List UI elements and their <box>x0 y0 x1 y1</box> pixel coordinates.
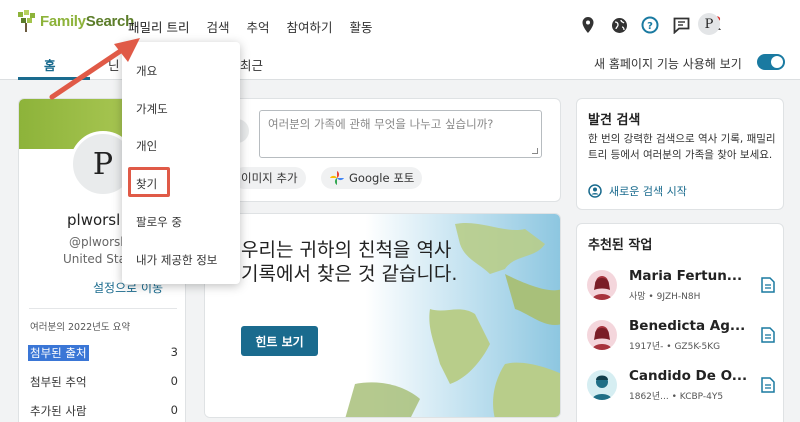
document-icon[interactable] <box>761 377 775 393</box>
task-person-meta: 1917년- • GZ5K-5KG <box>629 342 721 352</box>
search-person-icon <box>588 184 602 198</box>
user-avatar-button[interactable]: P <box>698 13 720 35</box>
nav-get-involved[interactable]: 참여하기 <box>287 17 333 36</box>
tab-partial[interactable]: 닌 <box>108 55 120 74</box>
hint-message: 우리는 귀하의 친척을 역사 기록에서 찾은 것 같습니다. <box>241 239 458 285</box>
post-placeholder: 여러분의 가족에 관해 무엇을 나누고 싶습니까? <box>268 117 494 131</box>
female-avatar-icon <box>587 320 617 350</box>
summary-label: 추가된 사람 <box>30 404 87 418</box>
profile-name: plworsl <box>67 211 121 229</box>
female-avatar-icon <box>587 270 617 300</box>
summary-value: 3 <box>170 345 178 359</box>
new-search-link[interactable]: 새로운 검색 시작 <box>588 183 687 199</box>
task-person-meta: 1862년... • KCBP-4Y5 <box>629 392 724 402</box>
summary-value: 0 <box>170 403 178 417</box>
tasks-title: 추천된 작업 <box>588 238 653 253</box>
globe-icon[interactable] <box>609 15 629 35</box>
svg-text:?: ? <box>647 21 653 32</box>
nav-memories[interactable]: 추억 <box>247 17 270 36</box>
post-textarea[interactable]: 여러분의 가족에 관해 무엇을 나누고 싶습니까? <box>259 110 542 158</box>
summary-row[interactable]: 첨부된 추억 0 <box>30 374 178 390</box>
nav-search[interactable]: 검색 <box>206 17 229 36</box>
task-item[interactable]: Maria Fertun... 사망 • 9JZH-N8H <box>587 268 777 308</box>
task-person-meta: 사망 • 9JZH-N8H <box>629 292 701 302</box>
menu-item-following[interactable]: 팔로우 중 <box>136 214 182 230</box>
google-photos-icon <box>330 171 344 185</box>
active-tab-indicator <box>18 77 90 80</box>
google-photos-button[interactable]: Google 포토 <box>321 167 423 189</box>
resize-handle[interactable] <box>532 148 538 154</box>
summary-label: 첨부된 출처 <box>28 345 89 361</box>
view-hints-button[interactable]: 힌트 보기 <box>241 326 318 356</box>
task-item[interactable]: Candido De O... 1862년... • KCBP-4Y5 <box>587 368 777 408</box>
add-image-label: 이미지 추가 <box>241 171 298 185</box>
post-card: 여러분의 가족에 관해 무엇을 나누고 싶습니까? 이미지 추가 Google … <box>204 98 561 202</box>
hint-card: 우리는 귀하의 친척을 역사 기록에서 찾은 것 같습니다. 힌트 보기 <box>204 213 561 418</box>
task-person-name: Maria Fertun... <box>629 268 743 284</box>
menu-item-tree[interactable]: 가계도 <box>136 101 168 117</box>
tab-recent[interactable]: 최근 <box>240 55 263 74</box>
summary-row[interactable]: 첨부된 출처 3 <box>28 345 178 361</box>
task-person-name: Candido De O... <box>629 368 748 384</box>
menu-item-my-contributions[interactable]: 내가 제공한 정보 <box>136 252 217 268</box>
familysearch-logo[interactable]: FamilySearch <box>16 10 134 32</box>
message-icon[interactable] <box>671 15 691 35</box>
top-nav: FamilySearch 패밀리 트리 검색 추억 참여하기 활동 ? P <box>0 0 800 50</box>
nav-family-tree[interactable]: 패밀리 트리 <box>128 17 189 36</box>
profile-username: @plworsl <box>69 235 124 249</box>
document-icon[interactable] <box>761 277 775 293</box>
task-person-name: Benedicta Ag... <box>629 318 746 334</box>
map-pin-icon[interactable] <box>578 15 598 35</box>
summary-title: 여러분의 2022년도 요약 <box>30 322 131 333</box>
nav-activities[interactable]: 활동 <box>350 17 373 36</box>
summary-label: 첨부된 추억 <box>30 375 87 389</box>
new-search-label: 새로운 검색 시작 <box>609 185 687 198</box>
tree-logo-icon <box>18 10 35 32</box>
male-avatar-icon <box>587 370 617 400</box>
add-image-button[interactable]: 이미지 추가 <box>233 167 306 189</box>
summary-row[interactable]: 추가된 사람 0 <box>30 403 178 419</box>
help-icon[interactable]: ? <box>640 15 660 35</box>
new-homepage-toggle-label: 새 홈페이지 기능 사용해 보기 <box>594 57 742 71</box>
document-icon[interactable] <box>761 327 775 343</box>
recommended-tasks-card: 추천된 작업 Maria Fertun... 사망 • 9JZH-N8H Ben… <box>576 223 784 422</box>
family-tree-dropdown: 개요 가계도 개인 찾기 팔로우 중 내가 제공한 정보 <box>122 42 240 284</box>
discovery-title: 발견 검색 <box>588 113 641 128</box>
discovery-description: 한 번의 강력한 검색으로 역사 기록, 패밀리 트리 등에서 여러분의 가족을… <box>588 133 776 161</box>
task-item[interactable]: Benedicta Ag... 1917년- • GZ5K-5KG <box>587 318 777 358</box>
logo-text: FamilySearch <box>40 12 134 30</box>
summary-value: 0 <box>170 374 178 388</box>
discovery-search-card: 발견 검색 한 번의 강력한 검색으로 역사 기록, 패밀리 트리 등에서 여러… <box>576 98 784 210</box>
find-highlight-box <box>128 167 170 197</box>
new-homepage-toggle[interactable] <box>757 54 785 70</box>
divider <box>29 308 177 309</box>
tab-home[interactable]: 홈 <box>44 55 56 74</box>
menu-item-overview[interactable]: 개요 <box>136 63 157 79</box>
menu-item-person[interactable]: 개인 <box>136 138 157 154</box>
profile-location: United Sta <box>63 252 126 266</box>
google-photos-label: Google 포토 <box>349 171 415 185</box>
main-nav: 패밀리 트리 검색 추억 참여하기 활동 <box>128 17 390 36</box>
